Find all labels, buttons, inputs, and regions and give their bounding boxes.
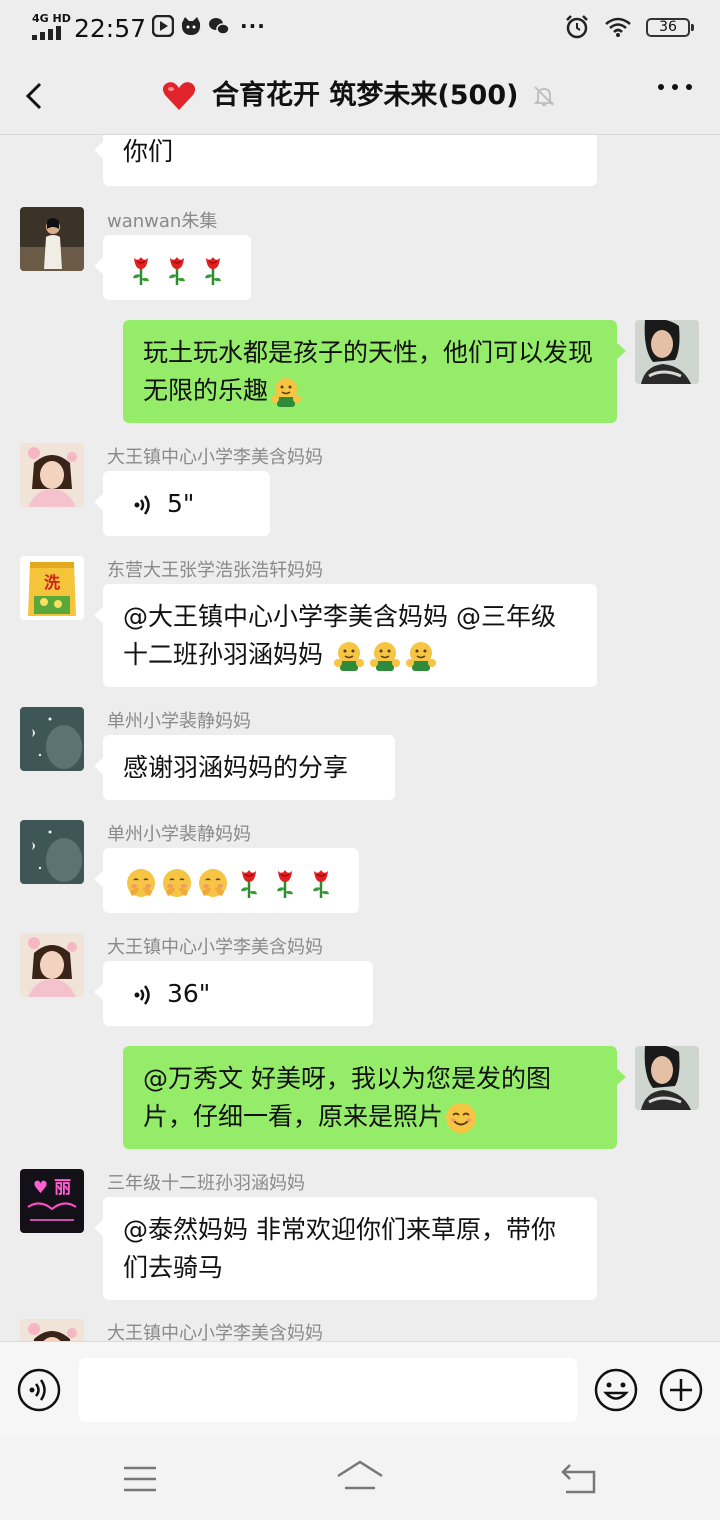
voice-input-icon[interactable] xyxy=(17,1368,61,1412)
message-bubble[interactable]: 你们 xyxy=(94,135,597,186)
message-text: 你们 xyxy=(123,137,174,166)
hug-icon xyxy=(269,375,303,409)
avatar[interactable]: 洗 xyxy=(20,556,84,620)
sender-name: 单州小学裴静妈妈 xyxy=(107,711,251,732)
rose-icon xyxy=(196,253,230,287)
signal-icon xyxy=(32,26,61,40)
battery-indicator: 36 xyxy=(646,17,694,37)
sender-name: 三年级十二班孙羽涵妈妈 xyxy=(107,1173,305,1194)
wechat-icon xyxy=(209,18,230,35)
avatar[interactable] xyxy=(20,207,84,271)
home-icon[interactable] xyxy=(335,1458,385,1498)
more-dots-icon[interactable] xyxy=(658,84,692,90)
avatar[interactable] xyxy=(20,443,84,507)
message-bubble[interactable] xyxy=(94,235,251,300)
wifi-icon xyxy=(605,17,631,37)
notification-icons: ··· xyxy=(152,14,266,38)
chat-header: 合育花开 筑梦未来(500) xyxy=(0,58,720,135)
video-app-icon xyxy=(152,15,174,37)
avatar[interactable]: ♥ 丽 xyxy=(20,1169,84,1233)
menu-icon[interactable] xyxy=(122,1464,158,1494)
message-input[interactable] xyxy=(79,1358,577,1422)
emoji-icon[interactable] xyxy=(594,1368,638,1412)
message-bubble[interactable]: 玩土玩水都是孩子的天性，他们可以发现无限的乐趣 xyxy=(123,320,626,423)
sender-name: 大王镇中心小学李美含妈妈 xyxy=(107,937,323,958)
hug-icon xyxy=(404,639,438,673)
rose-icon xyxy=(160,253,194,287)
shy-face-icon xyxy=(124,866,158,900)
sender-name: 大王镇中心小学李美含妈妈 xyxy=(107,447,323,468)
voice-message[interactable]: 36" xyxy=(94,961,373,1026)
avatar-badge-text: ♥ 丽 xyxy=(33,1178,71,1198)
message-bubble[interactable] xyxy=(94,848,359,913)
rose-icon xyxy=(304,866,338,900)
hug-icon xyxy=(368,639,402,673)
message-text: 玩土玩水都是孩子的天性，他们可以发现无限的乐趣 xyxy=(143,338,594,405)
rose-icon xyxy=(268,866,302,900)
my-avatar[interactable] xyxy=(635,320,699,384)
system-nav-bar xyxy=(0,1438,720,1520)
clock: 22:57 xyxy=(74,14,147,43)
rose-icon xyxy=(232,866,266,900)
smile-icon xyxy=(444,1101,478,1135)
avatar[interactable] xyxy=(20,707,84,771)
network-type: 4G HD xyxy=(32,12,71,25)
chevron-left-icon[interactable] xyxy=(18,78,54,114)
message-bubble[interactable]: @大王镇中心小学李美含妈妈 @三年级十二班孙羽涵妈妈 xyxy=(94,584,597,687)
avatar[interactable] xyxy=(20,1319,84,1341)
shy-face-icon xyxy=(196,866,230,900)
voice-wave-icon xyxy=(131,492,157,518)
bell-muted-icon xyxy=(534,86,555,106)
message-list[interactable]: 你们 wanwan朱集 玩土玩水都是孩子的天性，他们可以发现无限的乐趣 大王镇中… xyxy=(0,135,720,1341)
message-bubble[interactable]: 感谢羽涵妈妈的分享 xyxy=(94,735,395,800)
shy-face-icon xyxy=(160,866,194,900)
sender-name: 单州小学裴静妈妈 xyxy=(107,824,251,845)
voice-duration: 5" xyxy=(167,489,195,518)
voice-duration: 36" xyxy=(167,979,211,1008)
voice-wave-icon xyxy=(131,982,157,1008)
message-text: @万秀文 好美呀，我以为您是发的图片，仔细一看，原来是照片 xyxy=(143,1064,551,1131)
my-avatar[interactable] xyxy=(635,1046,699,1110)
message-text: 感谢羽涵妈妈的分享 xyxy=(123,753,349,782)
red-heart-icon xyxy=(162,82,196,110)
hug-icon xyxy=(332,639,366,673)
rose-icon xyxy=(124,253,158,287)
sender-name: 大王镇中心小学李美含妈妈 xyxy=(107,1323,323,1341)
group-title[interactable]: 合育花开 筑梦未来(500) xyxy=(212,76,518,116)
input-bar xyxy=(0,1341,720,1438)
cat-app-icon xyxy=(181,17,201,35)
sender-name: wanwan朱集 xyxy=(107,211,218,232)
sender-name: 东营大王张学浩张浩轩妈妈 xyxy=(107,560,323,581)
plus-icon[interactable] xyxy=(659,1368,703,1412)
status-bar: 4G HD 22:57 ··· 36 xyxy=(0,0,720,58)
alarm-icon xyxy=(566,15,588,39)
voice-message[interactable]: 5" xyxy=(94,471,270,536)
avatar[interactable] xyxy=(20,933,84,997)
more-notifications: ··· xyxy=(240,14,266,38)
message-text: @泰然妈妈 非常欢迎你们来草原，带你们去骑马 xyxy=(123,1215,556,1282)
back-icon[interactable] xyxy=(560,1462,600,1496)
message-bubble[interactable]: @万秀文 好美呀，我以为您是发的图片，仔细一看，原来是照片 xyxy=(123,1046,626,1149)
avatar[interactable] xyxy=(20,820,84,884)
avatar-brand-text: 洗 xyxy=(44,573,60,592)
message-bubble[interactable]: @泰然妈妈 非常欢迎你们来草原，带你们去骑马 xyxy=(94,1197,597,1300)
